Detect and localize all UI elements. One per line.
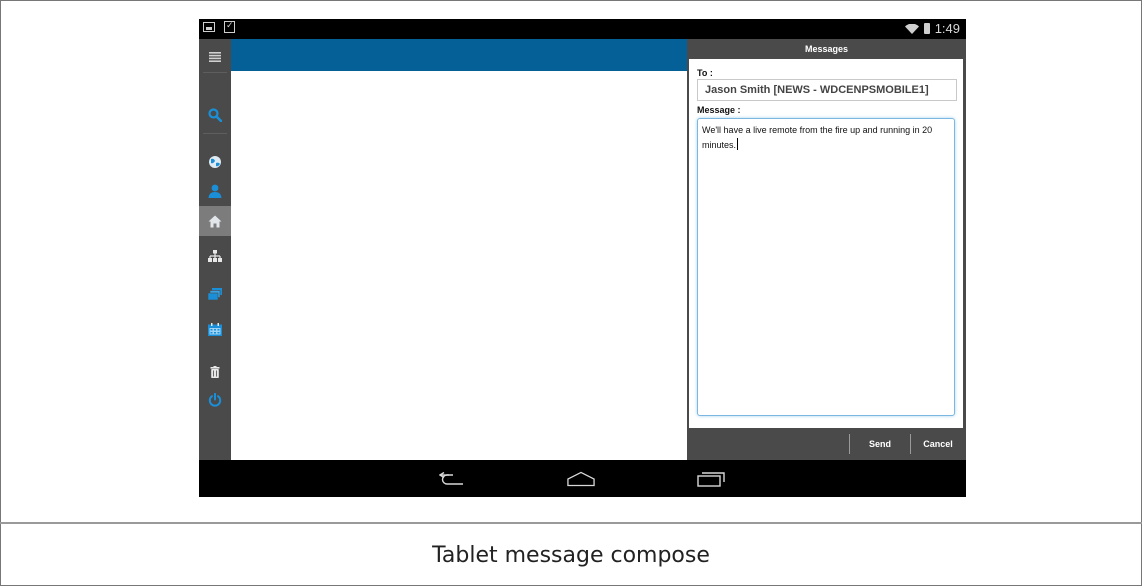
main-header-bar xyxy=(231,39,687,71)
recipient-field[interactable]: Jason Smith [NEWS - WDCENPSMOBILE1] xyxy=(697,79,957,101)
hierarchy-icon xyxy=(208,250,222,262)
message-label: Message : xyxy=(697,105,741,115)
picture-notification-icon xyxy=(203,22,215,32)
stack-icon xyxy=(208,288,222,300)
sidebar-home-button[interactable] xyxy=(199,206,231,236)
sidebar-search-button[interactable] xyxy=(199,100,231,130)
to-label: To : xyxy=(697,68,713,78)
menu-icon xyxy=(209,52,221,62)
sidebar-power-button[interactable] xyxy=(199,385,231,415)
text-cursor xyxy=(737,138,739,150)
home-nav-icon xyxy=(567,471,595,487)
sidebar-calendar-button[interactable] xyxy=(199,314,231,344)
android-nav-bar xyxy=(199,460,966,497)
sidebar xyxy=(199,39,231,460)
status-bar: 1:49 xyxy=(199,19,966,39)
sidebar-divider xyxy=(203,133,227,134)
power-icon xyxy=(208,393,222,407)
message-action-bar: Send Cancel xyxy=(687,428,966,460)
messages-panel: Messages To : Jason Smith [NEWS - WDCENP… xyxy=(687,39,966,460)
sidebar-trash-button[interactable] xyxy=(199,357,231,387)
tablet-screen: 1:49 xyxy=(199,19,966,497)
globe-icon xyxy=(209,156,221,168)
figure-caption: Tablet message compose xyxy=(432,542,710,568)
home-nav-button[interactable] xyxy=(567,469,595,489)
status-time: 1:49 xyxy=(934,21,960,36)
sidebar-globe-button[interactable] xyxy=(199,147,231,177)
recent-apps-button[interactable] xyxy=(697,469,725,489)
back-icon xyxy=(439,472,463,485)
sidebar-stack-button[interactable] xyxy=(199,279,231,309)
battery-icon xyxy=(923,23,930,34)
calendar-icon xyxy=(208,322,222,336)
back-button[interactable] xyxy=(438,469,466,489)
recent-apps-icon xyxy=(697,472,725,487)
sidebar-hierarchy-button[interactable] xyxy=(199,241,231,271)
sidebar-person-button[interactable] xyxy=(199,176,231,206)
shopping-bag-notification-icon xyxy=(224,20,235,33)
sidebar-divider xyxy=(203,72,227,73)
messages-title: Messages xyxy=(804,44,849,54)
search-icon xyxy=(208,108,222,122)
person-icon xyxy=(208,184,222,198)
wifi-icon xyxy=(904,23,919,34)
message-form: To : Jason Smith [NEWS - WDCENPSMOBILE1]… xyxy=(689,59,963,428)
send-button[interactable]: Send xyxy=(850,428,910,460)
main-content-area xyxy=(231,71,687,460)
trash-icon xyxy=(210,366,220,378)
sidebar-menu-button[interactable] xyxy=(199,42,231,72)
message-textarea[interactable]: We'll have a live remote from the fire u… xyxy=(697,118,955,416)
cancel-button[interactable]: Cancel xyxy=(911,428,965,460)
home-icon xyxy=(208,215,222,227)
